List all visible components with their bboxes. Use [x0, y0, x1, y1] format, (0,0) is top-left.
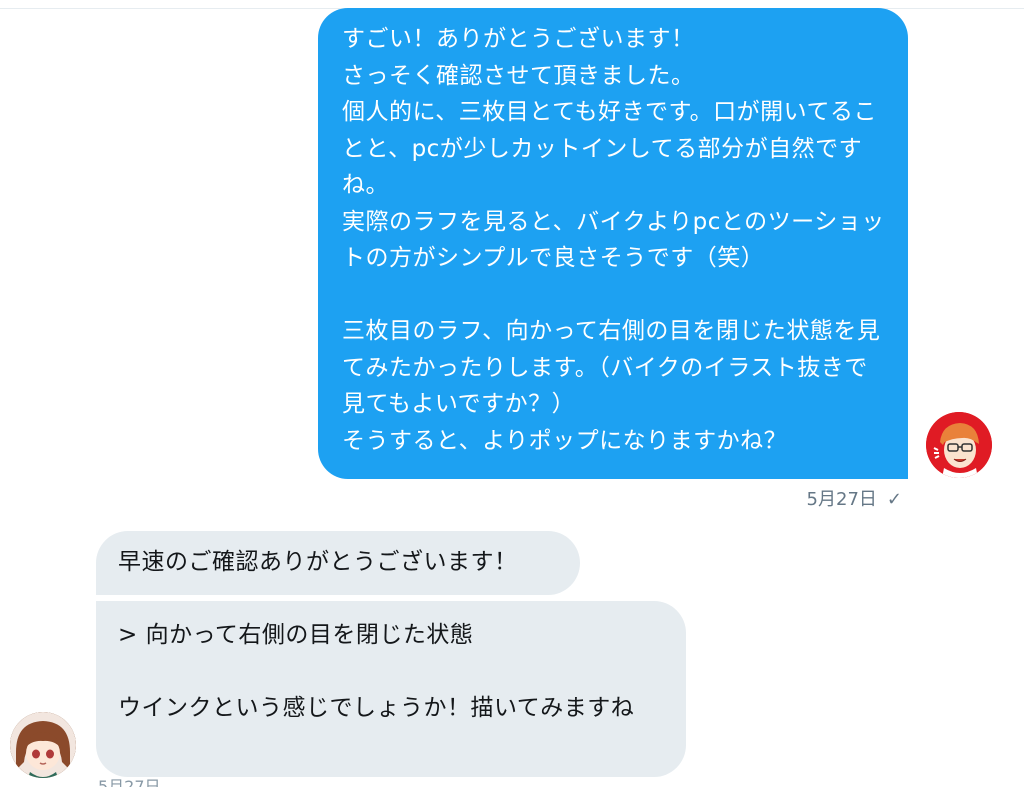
incoming-message-bubble[interactable]: > 向かって右側の目を閉じた状態 ウインクという感じでしょうか！描いてみますね [96, 601, 686, 777]
incoming-message-meta: 5月27日 [98, 776, 161, 787]
user-avatar-illustration [926, 412, 992, 478]
outgoing-message-bubble[interactable]: すごい！ありがとうございます！ さっそく確認させて頂きました。 個人的に、三枚目… [318, 8, 908, 479]
outgoing-message-meta: 5月27日 ✓ [807, 485, 902, 511]
contact-avatar[interactable] [10, 712, 76, 778]
read-check-icon: ✓ [886, 489, 902, 510]
incoming-message-bubble[interactable]: 早速のご確認ありがとうございます！ [96, 531, 580, 595]
contact-avatar-illustration [10, 712, 76, 778]
outgoing-timestamp: 5月27日 [806, 489, 877, 510]
incoming-timestamp: 5月27日 [98, 777, 161, 787]
user-avatar[interactable] [926, 412, 992, 478]
